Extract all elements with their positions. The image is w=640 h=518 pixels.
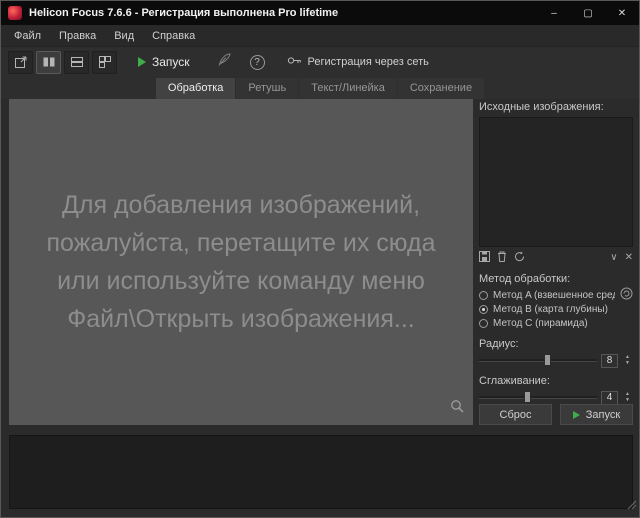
zoom-magnifier-icon[interactable] (450, 399, 465, 419)
resize-grip[interactable] (627, 497, 637, 515)
open-images-button[interactable] (8, 50, 33, 74)
run-toolbar-label: Запуск (152, 55, 190, 69)
reset-label: Сброс (499, 408, 532, 421)
step-down-icon[interactable]: ▼ (622, 361, 633, 366)
clear-list-icon[interactable]: ✕ (625, 253, 633, 263)
method-group: Метод обработки: Метод A (взвешенное сре… (479, 273, 633, 330)
radius-label: Радиус: (479, 338, 519, 350)
drop-hint-line: пожалуйста, перетащите их сюда (46, 229, 436, 257)
split-horizontal-icon (70, 55, 84, 69)
method-title: Метод обработки: (479, 273, 571, 285)
menu-help[interactable]: Справка (143, 25, 204, 47)
menu-view[interactable]: Вид (105, 25, 143, 47)
tab-bar: Обработка Ретушь Текст/Линейка Сохранени… (1, 77, 639, 99)
smoothing-stepper[interactable]: ▲ ▼ (622, 392, 633, 403)
menu-bar: Файл Правка Вид Справка (1, 25, 639, 47)
smoothing-slider[interactable] (479, 391, 597, 403)
run-label: Запуск (585, 408, 621, 421)
source-list-toolbar: ∨ ✕ (479, 249, 633, 267)
drop-hint-line: Файл\Открыть изображения... (67, 305, 415, 333)
view-grid-button[interactable] (92, 50, 117, 74)
help-icon: ? (254, 56, 260, 68)
title-bar: Helicon Focus 7.6.6 - Регистрация выполн… (1, 1, 639, 25)
radius-slider[interactable] (479, 354, 597, 366)
grid-view-icon (98, 55, 112, 69)
key-icon (287, 55, 302, 69)
smoothing-label: Сглаживание: (479, 375, 550, 387)
method-b-label: Метод B (карта глубины) (493, 304, 608, 315)
smoothing-value[interactable]: 4 (601, 390, 618, 405)
close-button[interactable]: ✕ (605, 1, 639, 25)
method-b-radio[interactable]: Метод B (карта глубины) (479, 303, 633, 316)
output-log-panel (9, 435, 633, 509)
app-window: Helicon Focus 7.6.6 - Регистрация выполн… (0, 0, 640, 518)
method-reset-button[interactable] (620, 287, 633, 305)
sources-panel: Исходные изображения: ∨ ✕ Метод обработк… (479, 101, 633, 425)
radio-checked-icon (479, 305, 488, 314)
method-a-label: Метод A (взвешенное среднее) (493, 290, 615, 301)
radius-value[interactable]: 8 (601, 353, 618, 368)
image-drop-area[interactable]: Для добавления изображений, пожалуйста, … (9, 99, 473, 425)
run-button[interactable]: Запуск (560, 404, 633, 425)
reset-button[interactable]: Сброс (479, 404, 552, 425)
menu-edit[interactable]: Правка (50, 25, 105, 47)
help-button[interactable]: ? (249, 54, 265, 70)
step-down-icon[interactable]: ▼ (622, 398, 633, 403)
delete-image-icon[interactable] (497, 249, 507, 267)
dual-pane-icon (42, 55, 56, 69)
drop-hint-text: Для добавления изображений, пожалуйста, … (47, 186, 436, 338)
drop-hint-line: или используйте команду меню (57, 267, 425, 295)
rotate-image-icon[interactable] (514, 249, 525, 267)
view-dual-pane-button[interactable] (36, 50, 61, 74)
tab-saving[interactable]: Сохранение (397, 78, 485, 99)
method-a-radio[interactable]: Метод A (взвешенное среднее) (479, 289, 633, 302)
minimize-button[interactable]: – (537, 1, 571, 25)
save-list-icon[interactable] (479, 249, 490, 267)
action-buttons: Сброс Запуск (479, 404, 633, 425)
smoothing-slider-row: 4 ▲ ▼ (479, 390, 633, 405)
radius-stepper[interactable]: ▲ ▼ (622, 355, 633, 366)
radius-slider-handle[interactable] (543, 354, 551, 366)
register-network-button[interactable]: Регистрация через сеть (281, 51, 435, 74)
window-controls: – ▢ ✕ (537, 1, 639, 25)
maximize-button[interactable]: ▢ (571, 1, 605, 25)
tab-retouching[interactable]: Ретушь (236, 78, 299, 99)
menu-file[interactable]: Файл (5, 25, 50, 47)
method-c-radio[interactable]: Метод C (пирамида) (479, 317, 633, 330)
radio-icon (479, 291, 488, 300)
toolbar: Запуск ? Регистрация через сеть (1, 47, 639, 77)
source-images-list[interactable] (479, 117, 633, 247)
app-icon (8, 6, 22, 20)
radius-slider-row: 8 ▲ ▼ (479, 353, 633, 368)
window-title: Helicon Focus 7.6.6 - Регистрация выполн… (29, 7, 339, 19)
feather-icon (217, 52, 232, 72)
smoothing-slider-handle[interactable] (523, 391, 531, 403)
radio-icon (479, 319, 488, 328)
open-file-icon (14, 55, 28, 69)
register-label: Регистрация через сеть (307, 56, 429, 68)
collapse-panel-icon[interactable]: ∨ (610, 253, 617, 263)
sources-title: Исходные изображения: (479, 101, 604, 113)
play-icon (138, 57, 146, 67)
drop-hint-line: Для добавления изображений, (61, 191, 421, 219)
retouch-brush-button[interactable] (214, 52, 236, 72)
view-split-horizontal-button[interactable] (64, 50, 89, 74)
method-c-label: Метод C (пирамида) (493, 318, 588, 329)
tab-text-scale[interactable]: Текст/Линейка (299, 78, 397, 99)
run-toolbar-button[interactable]: Запуск (128, 51, 200, 74)
play-icon (572, 410, 580, 419)
tab-processing[interactable]: Обработка (155, 78, 236, 99)
